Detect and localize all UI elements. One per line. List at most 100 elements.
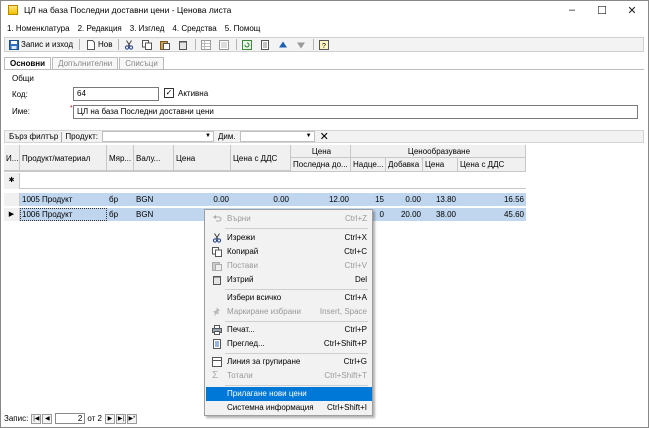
table-row[interactable]: 1005 Продукт бр BGN 0.00 0.00 12.00 15 0… (4, 193, 526, 206)
menu-tools[interactable]: 4. Средства (172, 24, 216, 33)
menu-item-label: Копирай (227, 247, 259, 256)
close-button[interactable]: ✕ (617, 1, 647, 19)
product-filter-label: Продукт: (65, 132, 98, 141)
refresh-button[interactable] (239, 38, 257, 51)
col-currency[interactable]: Валу... (134, 145, 174, 171)
menu-item-shortcut: Del (354, 275, 367, 284)
export-button[interactable] (257, 38, 275, 51)
menu-item-copy[interactable]: Копирай Ctrl+C (206, 245, 372, 259)
menu-nomenclature[interactable]: 1. Номенклатура (7, 24, 70, 33)
menu-item-select-all[interactable]: Избери всичко Ctrl+A (206, 291, 372, 305)
toolbar-separator (78, 39, 80, 50)
minimize-button[interactable]: – (557, 1, 587, 19)
toolbar-separator (313, 39, 315, 50)
arrow-up-icon (279, 41, 288, 47)
printer-icon (212, 325, 222, 335)
list-button[interactable] (216, 38, 234, 51)
col-unit[interactable]: Мяр... (107, 145, 134, 171)
cell-unit[interactable]: бр (107, 208, 134, 221)
new-record-button[interactable]: ▶* (126, 413, 137, 424)
cell-product[interactable]: 1005 Продукт (20, 193, 107, 206)
tab-additional[interactable]: Допълнителни (52, 57, 119, 69)
record-number-input[interactable]: 2 (55, 413, 86, 424)
paste-button[interactable] (157, 38, 175, 51)
menu-item-label: Преглед... (227, 339, 265, 348)
product-filter-combo[interactable]: ▼ (101, 131, 214, 142)
menu-item-system-info[interactable]: Системна информация Ctrl+Shift+I (206, 401, 372, 415)
cell-price-vat-2[interactable]: 16.56 (458, 193, 526, 206)
quick-filter-button[interactable]: Бърз филтър (9, 132, 58, 141)
menu-item-label: Избери всичко (227, 293, 282, 302)
menu-item-delete[interactable]: Изтрий Del (206, 273, 372, 287)
menu-view[interactable]: 3. Изглед (130, 24, 165, 33)
menu-item-shortcut: Ctrl+Shift+T (324, 371, 367, 380)
help-button[interactable]: ? (316, 38, 334, 51)
cell-price-2[interactable]: 38.00 (423, 208, 458, 221)
menu-item-label: Постави (227, 261, 258, 270)
maximize-button[interactable]: ☐ (587, 1, 617, 19)
window-title: ЦЛ на база Последни доставни цени - Цено… (24, 5, 232, 15)
col-last-delivery[interactable]: Последна до... (291, 158, 351, 172)
tab-main[interactable]: Основни (4, 57, 52, 69)
menu-item-preview[interactable]: Преглед... Ctrl+Shift+P (206, 337, 372, 351)
menu-item-shortcut: Ctrl+P (344, 325, 367, 334)
menu-item-paste[interactable]: Постави Ctrl+V (206, 259, 372, 273)
new-row[interactable]: ✱ (4, 173, 526, 189)
cell-price-vat-2[interactable]: 45.60 (458, 208, 526, 221)
active-checkbox[interactable]: ✓ (164, 88, 174, 98)
save-exit-button[interactable]: Запис и изход (5, 38, 77, 51)
col-price-2[interactable]: Цена (423, 158, 458, 172)
undo-icon (213, 215, 222, 222)
grid-button[interactable] (198, 38, 216, 51)
scissors-icon (125, 39, 134, 50)
group-line-icon (212, 357, 222, 367)
menu-item-totals[interactable]: Σ Тотали Ctrl+Shift+T (206, 369, 372, 383)
last-record-button[interactable]: ▶| (115, 413, 126, 424)
col-addition[interactable]: Добавка (386, 158, 423, 172)
first-record-button[interactable]: |◀ (31, 413, 42, 424)
col-markup[interactable]: Надце... (351, 158, 386, 172)
cell-markup[interactable]: 15 (351, 193, 386, 206)
prev-record-button[interactable]: ◀ (42, 413, 53, 424)
cell-price-2[interactable]: 13.80 (423, 193, 458, 206)
col-product[interactable]: Продукт/материал (20, 145, 107, 171)
copy-button[interactable] (139, 38, 157, 51)
col-price-vat[interactable]: Цена с ДДС (231, 145, 291, 171)
cell-product[interactable]: 1006 Продукт (20, 208, 107, 221)
menu-item-group-line[interactable]: Линия за групиране Ctrl+G (206, 355, 372, 369)
export-icon (261, 39, 270, 50)
menu-item-cut[interactable]: Изрежи Ctrl+X (206, 231, 372, 245)
toolbar-separator (118, 39, 120, 50)
name-input[interactable]: ЦЛ на база Последни доставни цени (73, 105, 638, 119)
menu-item-print[interactable]: Печат... Ctrl+P (206, 323, 372, 337)
tab-lists[interactable]: Списъци (119, 57, 164, 69)
cut-button[interactable] (121, 38, 139, 51)
delete-button[interactable] (175, 38, 193, 51)
next-record-button[interactable]: ▶ (104, 413, 115, 424)
col-price[interactable]: Цена (174, 145, 231, 171)
move-down-button[interactable] (293, 38, 311, 51)
record-count: от 2 (87, 414, 102, 423)
cell-last-delivery[interactable]: 12.00 (291, 193, 351, 206)
cell-price[interactable]: 0.00 (174, 193, 231, 206)
col-price-vat-2[interactable]: Цена с ДДС (458, 158, 526, 172)
menu-item-apply-new-prices[interactable]: Прилагане нови цени (206, 387, 372, 401)
menu-item-mark-selected[interactable]: Маркиране избрани Insert, Space (206, 305, 372, 319)
menu-help[interactable]: 5. Помощ (225, 24, 261, 33)
cell-unit[interactable]: бр (107, 193, 134, 206)
cell-currency[interactable]: BGN (134, 193, 174, 206)
cell-currency[interactable]: BGN (134, 208, 174, 221)
menu-item-shortcut: Ctrl+Z (345, 214, 367, 223)
cell-price-vat[interactable]: 0.00 (231, 193, 291, 206)
dim-filter-combo[interactable]: ▼ (239, 131, 315, 142)
clear-filter-icon[interactable]: ✕ (320, 131, 329, 142)
menu-edit[interactable]: 2. Редакция (78, 24, 122, 33)
move-up-button[interactable] (275, 38, 293, 51)
cell-addition[interactable]: 20.00 (386, 208, 423, 221)
cell-addition[interactable]: 0.00 (386, 193, 423, 206)
new-button[interactable]: Нов (82, 38, 116, 51)
code-input[interactable]: 64 (73, 87, 159, 101)
menu-item-label: Прилагане нови цени (227, 389, 307, 398)
menu-item-undo[interactable]: Върни Ctrl+Z (206, 212, 372, 226)
col-indicator[interactable]: И... (4, 145, 20, 171)
